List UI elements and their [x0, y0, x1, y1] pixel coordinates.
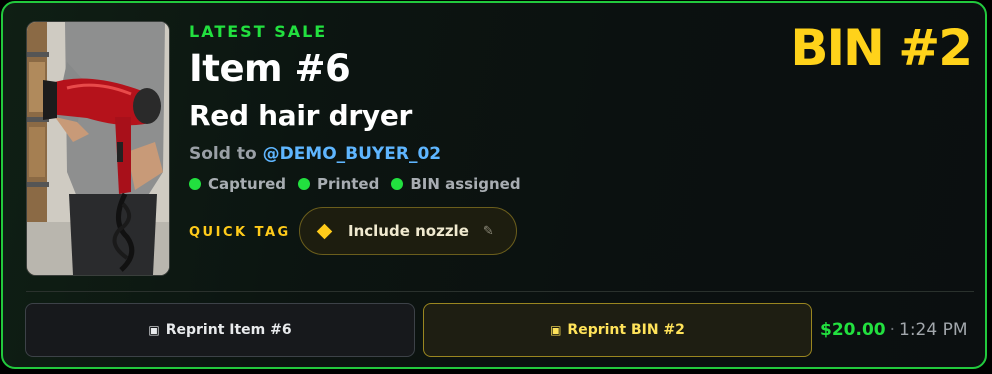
sale-time: 1:24 PM — [899, 320, 968, 340]
reprint-item-button[interactable]: ▣ Reprint Item #6 — [25, 303, 415, 357]
status-label: Printed — [317, 175, 380, 193]
status-bin-assigned: BIN assigned — [391, 175, 521, 193]
product-thumbnail — [26, 21, 170, 276]
pencil-icon[interactable]: ✎ — [483, 224, 494, 239]
item-title: Item #6 — [189, 47, 351, 90]
separator: · — [889, 320, 896, 340]
print-icon: ▣ — [550, 323, 562, 337]
quick-tag-label: QUICK TAG — [189, 225, 291, 240]
reprint-item-label: Reprint Item #6 — [165, 322, 292, 338]
quick-tag-chip[interactable]: Include nozzle ✎ — [299, 207, 517, 255]
status-label: BIN assigned — [410, 175, 521, 193]
reprint-bin-label: Reprint BIN #2 — [567, 322, 685, 338]
status-dot-icon — [189, 178, 201, 190]
status-dot-icon — [391, 178, 404, 190]
status-row: Captured Printed BIN assigned — [189, 175, 521, 193]
reprint-bin-button[interactable]: ▣ Reprint BIN #2 — [423, 303, 812, 357]
item-description: Red hair dryer — [189, 99, 413, 132]
print-icon: ▣ — [148, 323, 160, 337]
latest-sale-card: LATEST SALE Item #6 BIN #2 Red hair drye… — [1, 1, 987, 369]
sold-to-prefix: Sold to — [189, 144, 257, 164]
status-printed: Printed — [298, 175, 379, 193]
sold-to-line: Sold to @DEMO_BUYER_02 — [189, 144, 441, 164]
divider — [26, 291, 974, 292]
diamond-icon — [316, 223, 333, 239]
product-photo — [27, 22, 169, 275]
status-dot-icon — [298, 178, 311, 190]
buyer-handle-link[interactable]: @DEMO_BUYER_02 — [263, 144, 442, 164]
bin-label: BIN #2 — [790, 19, 973, 77]
quick-tag-text: Include nozzle — [348, 222, 469, 240]
status-captured: Captured — [189, 175, 286, 193]
sale-price: $20.00 — [820, 320, 886, 340]
status-label: Captured — [208, 175, 287, 193]
price-time-row: $20.00 · 1:24 PM — [820, 320, 968, 340]
eyebrow-latest-sale: LATEST SALE — [189, 22, 328, 41]
